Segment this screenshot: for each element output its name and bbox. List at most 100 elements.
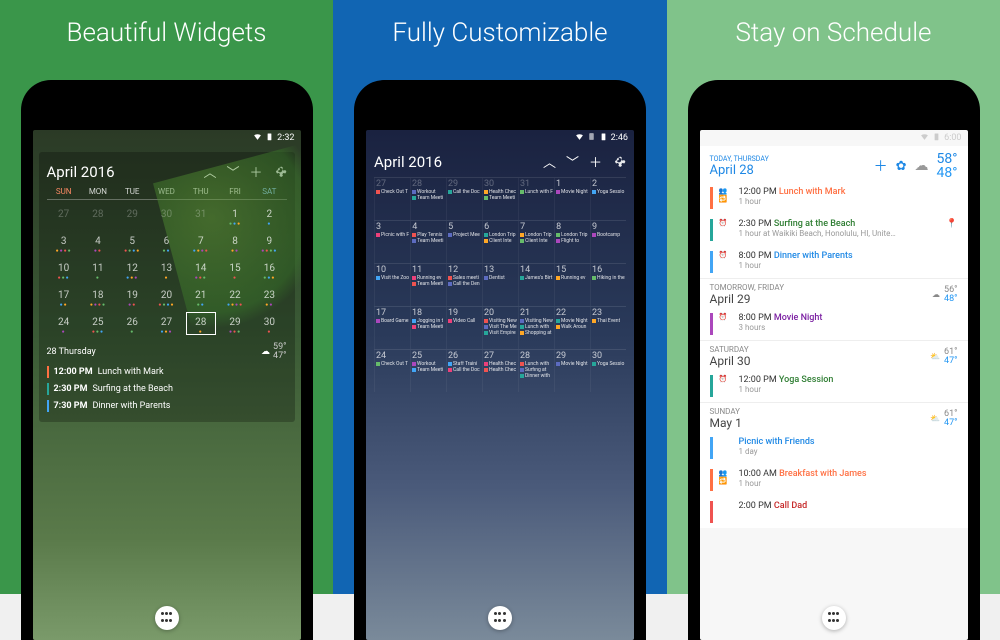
- day-cell[interactable]: 26●: [115, 310, 149, 337]
- day-cell[interactable]: 19●●: [115, 283, 149, 310]
- event-chip[interactable]: Client Inte: [520, 238, 553, 244]
- day-cell[interactable]: 1●●●: [218, 202, 252, 229]
- month-cell[interactable]: 30Health ChecTeam Meeti: [482, 178, 518, 220]
- event-chip[interactable]: Check Out T: [376, 361, 409, 367]
- day-cell[interactable]: 29●●●: [218, 310, 252, 337]
- settings-button[interactable]: [612, 153, 626, 171]
- add-event-button[interactable]: ＋: [874, 156, 888, 176]
- day-cell[interactable]: 5●●●●: [115, 229, 149, 256]
- event-chip[interactable]: Dentist: [484, 275, 517, 281]
- day-cell[interactable]: 28●: [184, 310, 218, 337]
- month-cell[interactable]: 20Visiting NewVisit The MeVisit Empire: [482, 307, 518, 349]
- month-cell[interactable]: 7London TripClient Inte: [518, 221, 554, 263]
- event-chip[interactable]: Team Meeti: [412, 324, 445, 330]
- day-cell[interactable]: 10●●●: [47, 256, 81, 283]
- day-cell[interactable]: 20●●●●: [149, 283, 183, 310]
- day-cell[interactable]: 8●●: [218, 229, 252, 256]
- day-cell[interactable]: 25●●●: [81, 310, 115, 337]
- event-chip[interactable]: Lunch with F: [520, 189, 553, 195]
- month-cell[interactable]: 25WorkoutTeam Meeti: [410, 350, 446, 392]
- event-chip[interactable]: James's Birt: [520, 275, 553, 281]
- day-cell[interactable]: 18●●●●: [81, 283, 115, 310]
- schedule-item[interactable]: ⏰12:00 PM Yoga Session1 hour: [700, 370, 968, 402]
- event-chip[interactable]: Call the Doc: [448, 367, 481, 373]
- event-chip[interactable]: Health Chec: [484, 367, 517, 373]
- schedule-item[interactable]: 👥🔁10:00 AM Breakfast with James1 hour: [700, 464, 968, 496]
- day-cell[interactable]: 15●: [218, 256, 252, 283]
- prev-month-button[interactable]: ︿: [543, 152, 556, 171]
- event-chip[interactable]: Visit Empire: [484, 330, 517, 336]
- app-drawer-button[interactable]: [822, 606, 846, 630]
- month-cell[interactable]: 23Thai Event: [590, 307, 626, 349]
- day-cell[interactable]: 7●●●●: [184, 229, 218, 256]
- day-cell[interactable]: 30: [149, 202, 183, 229]
- month-cell[interactable]: 6London TripClient Inte: [482, 221, 518, 263]
- prev-month-button[interactable]: ︿: [203, 162, 216, 181]
- event-chip[interactable]: Bootcamp: [592, 232, 625, 238]
- month-grid[interactable]: 27Check Out T28WorkoutTeam Meeti29Call t…: [374, 177, 626, 392]
- schedule-item[interactable]: ⏰2:30 PM Surfing at the Beach1 hour at W…: [700, 214, 968, 246]
- next-month-button[interactable]: ﹀: [226, 162, 239, 181]
- day-cell[interactable]: 3●●●●: [47, 229, 81, 256]
- month-cell[interactable]: 8London TripFlight to: [554, 221, 590, 263]
- day-cell[interactable]: 27: [47, 202, 81, 229]
- agenda-item[interactable]: 2:30 PM Surfing at the Beach: [47, 383, 287, 395]
- event-chip[interactable]: Flight to: [556, 238, 589, 244]
- day-cell[interactable]: 31: [184, 202, 218, 229]
- month-cell[interactable]: 9Bootcamp: [590, 221, 626, 263]
- month-cell[interactable]: 27Health ChecHealth Chec: [482, 350, 518, 392]
- month-cell[interactable]: 29Call the Doc: [446, 178, 482, 220]
- day-cell[interactable]: 14●●●: [184, 256, 218, 283]
- calendar-grid[interactable]: 27282930311●●●2●3●●●●4●●5●●●●6●●7●●●●8●●…: [47, 202, 287, 337]
- day-cell[interactable]: 17●●: [47, 283, 81, 310]
- event-chip[interactable]: Thai Event: [592, 318, 625, 324]
- schedule-list[interactable]: TODAY, THURSDAYApril 28＋✿☁58°48°👥🔁12:00 …: [700, 146, 968, 528]
- day-cell[interactable]: 28: [81, 202, 115, 229]
- event-chip[interactable]: Movie Night: [556, 361, 589, 367]
- settings-button[interactable]: [273, 163, 287, 181]
- event-chip[interactable]: Client Inte: [484, 238, 517, 244]
- month-cell[interactable]: 28Lunch withSurfing atDinner with: [518, 350, 554, 392]
- schedule-item[interactable]: Picnic with Friends1 day: [700, 432, 968, 464]
- schedule-item[interactable]: ⏰8:00 PM Movie Night3 hours: [700, 308, 968, 340]
- day-cell[interactable]: 9●●●●: [252, 229, 286, 256]
- settings-button[interactable]: ✿: [896, 159, 907, 174]
- day-cell[interactable]: 22●●●●: [218, 283, 252, 310]
- app-drawer-button[interactable]: [155, 606, 179, 630]
- month-cell[interactable]: 29Movie Night: [554, 350, 590, 392]
- event-chip[interactable]: Team Meeti: [412, 281, 445, 287]
- day-cell[interactable]: 2●: [252, 202, 286, 229]
- add-event-button[interactable]: ＋: [589, 152, 602, 171]
- month-cell[interactable]: 24Check Out T: [374, 350, 410, 392]
- day-cell[interactable]: 23●●: [252, 283, 286, 310]
- day-cell[interactable]: 13●: [149, 256, 183, 283]
- app-drawer-button[interactable]: [488, 606, 512, 630]
- event-chip[interactable]: Call the Den: [448, 281, 481, 287]
- month-cell[interactable]: 17Board Game: [374, 307, 410, 349]
- next-month-button[interactable]: ﹀: [566, 152, 579, 171]
- day-cell[interactable]: 29: [115, 202, 149, 229]
- day-cell[interactable]: 24●: [47, 310, 81, 337]
- month-cell[interactable]: 27Check Out T: [374, 178, 410, 220]
- day-cell[interactable]: 16●●●: [252, 256, 286, 283]
- event-chip[interactable]: Yoga Sessio: [592, 361, 625, 367]
- event-chip[interactable]: Hiking in the: [592, 275, 625, 281]
- event-chip[interactable]: Visit the Zoo: [376, 275, 409, 281]
- event-chip[interactable]: Team Meeti: [484, 195, 517, 201]
- month-cell[interactable]: 10Visit the Zoo: [374, 264, 410, 306]
- month-cell[interactable]: 11Running evTeam Meeti: [410, 264, 446, 306]
- month-cell[interactable]: 21Visiting NewLunch withShopping at: [518, 307, 554, 349]
- day-cell[interactable]: 11●: [81, 256, 115, 283]
- agenda-item[interactable]: 7:30 PM Dinner with Parents: [47, 400, 287, 412]
- event-chip[interactable]: Call the Doc: [448, 189, 481, 195]
- event-chip[interactable]: Video Call: [448, 318, 481, 324]
- month-cell[interactable]: 13Dentist: [482, 264, 518, 306]
- month-cell[interactable]: 18Jogging in tTeam Meeti: [410, 307, 446, 349]
- event-chip[interactable]: Movie Night: [556, 189, 589, 195]
- month-cell[interactable]: 26Staff TrainiCall the Doc: [446, 350, 482, 392]
- month-cell[interactable]: 12Sales meetiCall the Den: [446, 264, 482, 306]
- month-cell[interactable]: 15Running ev: [554, 264, 590, 306]
- day-cell[interactable]: 4●●: [81, 229, 115, 256]
- month-cell[interactable]: 22Movie NightWalk Aroun: [554, 307, 590, 349]
- event-chip[interactable]: Team Meeti: [412, 238, 445, 244]
